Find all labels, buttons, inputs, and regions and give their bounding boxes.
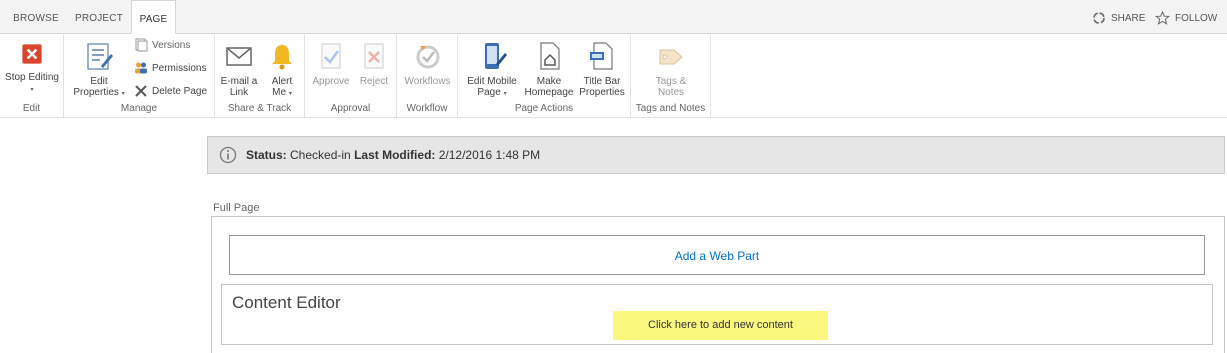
- email-link-label-2: Link: [229, 87, 249, 98]
- tag-icon: [659, 49, 683, 65]
- ribbon-group-workflow: Workflows Workflow: [397, 34, 458, 117]
- content-editor-web-part: Content Editor Click here to add new con…: [221, 284, 1213, 345]
- ribbon-group-tags-notes: Tags & Notes Tags and Notes: [631, 34, 711, 117]
- tab-project[interactable]: PROJECT: [69, 0, 129, 34]
- ribbon-group-share-track: E-mail a Link Alert Me ▾ Share & Track: [215, 34, 305, 117]
- chevron-down-icon: ▾: [121, 91, 125, 97]
- title-bar-properties-button[interactable]: Title Bar Properties: [576, 40, 628, 98]
- page-status-bar: Status: Checked-in Last Modified: 2/12/2…: [207, 136, 1225, 174]
- title-bar-icon: [590, 42, 613, 70]
- star-icon: [1155, 11, 1170, 25]
- edit-properties-label-1: Edit: [90, 76, 108, 87]
- status-value: Checked-in: [290, 148, 351, 162]
- group-label-edit: Edit: [22, 103, 41, 114]
- tags-notes-button[interactable]: Tags & Notes: [637, 40, 705, 98]
- tab-browse[interactable]: BROWSE: [5, 0, 67, 34]
- status-label: Status:: [246, 148, 287, 162]
- title-bar-properties-label-1: Title Bar: [583, 76, 621, 87]
- envelope-icon: [226, 47, 252, 66]
- tags-notes-label-1: Tags &: [655, 76, 687, 87]
- edit-mobile-page-label-2: Page: [477, 87, 501, 98]
- add-web-part-label: Add a Web Part: [674, 249, 760, 263]
- ribbon-tab-bar: BROWSE PROJECT PAGE SHARE FOLLOW: [0, 0, 1227, 34]
- edit-mobile-page-button[interactable]: Edit Mobile Page ▾: [462, 40, 522, 100]
- ribbon-group-manage: Edit Properties ▾ Versions Permissions D…: [64, 34, 215, 117]
- make-homepage-button[interactable]: Make Homepage: [524, 40, 574, 98]
- ribbon-group-edit: Stop Editing ▾ Edit: [0, 34, 64, 117]
- chevron-down-icon: ▾: [288, 91, 292, 97]
- ribbon-group-approval: Approve Reject Approval: [305, 34, 397, 117]
- content-editor-title: Content Editor: [232, 293, 341, 312]
- tags-notes-label-2: Notes: [657, 87, 685, 98]
- reject-icon: [364, 43, 384, 69]
- email-link-label-1: E-mail a: [220, 76, 258, 87]
- ribbon: Stop Editing ▾ Edit Edit Properties ▾ Ve…: [0, 34, 1227, 118]
- make-homepage-label-1: Make: [536, 76, 562, 87]
- follow-button[interactable]: FOLLOW: [1155, 11, 1217, 25]
- group-label-workflow: Workflow: [406, 103, 448, 114]
- share-label: SHARE: [1111, 12, 1146, 24]
- bell-icon: [272, 45, 292, 70]
- make-homepage-label-2: Homepage: [524, 87, 574, 98]
- ribbon-group-page-actions: Edit Mobile Page ▾ Make Homepage Title B…: [458, 34, 631, 117]
- add-web-part-button[interactable]: Add a Web Part: [229, 235, 1205, 275]
- workflows-label: Workflows: [404, 76, 451, 87]
- workflow-icon: [416, 45, 439, 69]
- versions-label: Versions: [152, 39, 191, 51]
- edit-properties-button[interactable]: Edit Properties ▾: [70, 40, 128, 100]
- edit-properties-icon: [87, 43, 113, 70]
- edit-properties-label-2: Properties: [73, 87, 119, 98]
- delete-page-button[interactable]: Delete Page: [134, 84, 207, 98]
- alert-me-button[interactable]: Alert Me ▾: [263, 40, 301, 100]
- approve-button[interactable]: Approve: [309, 40, 353, 87]
- edit-mobile-page-label-1: Edit Mobile: [467, 76, 517, 87]
- group-label-manage: Manage: [120, 103, 158, 114]
- group-label-page-actions: Page Actions: [514, 103, 574, 114]
- alert-me-label-1: Alert: [271, 76, 293, 87]
- tab-page[interactable]: PAGE: [131, 0, 176, 34]
- delete-icon: [135, 85, 147, 97]
- group-label-approval: Approval: [330, 103, 371, 114]
- stop-editing-icon: [22, 44, 42, 64]
- approve-label: Approve: [312, 76, 350, 87]
- chevron-down-icon: ▾: [503, 91, 507, 97]
- approve-icon: [321, 43, 341, 69]
- info-icon: [219, 146, 237, 164]
- reject-label: Reject: [359, 76, 389, 87]
- email-link-button[interactable]: E-mail a Link: [219, 40, 259, 98]
- share-button[interactable]: SHARE: [1092, 11, 1145, 25]
- group-label-share-track: Share & Track: [227, 103, 292, 114]
- title-bar-properties-label-2: Properties: [579, 87, 625, 98]
- add-new-content-button[interactable]: Click here to add new content: [613, 311, 828, 340]
- group-label-tags-notes: Tags and Notes: [635, 103, 706, 114]
- versions-icon: [135, 38, 148, 52]
- mobile-icon: [485, 43, 507, 69]
- chevron-down-icon: ▾: [30, 87, 34, 93]
- people-icon: [135, 62, 147, 74]
- stop-editing-button[interactable]: Stop Editing ▾: [2, 40, 62, 96]
- permissions-button[interactable]: Permissions: [134, 61, 206, 75]
- follow-label: FOLLOW: [1175, 12, 1218, 24]
- delete-page-label: Delete Page: [152, 85, 208, 97]
- reject-button[interactable]: Reject: [355, 40, 393, 87]
- workflows-button[interactable]: Workflows: [401, 40, 454, 87]
- versions-button[interactable]: Versions: [134, 38, 190, 52]
- share-icon: [1093, 12, 1105, 24]
- home-page-icon: [540, 42, 560, 70]
- zone-label: Full Page: [213, 202, 260, 214]
- stop-editing-label: Stop Editing: [5, 72, 59, 83]
- alert-me-label-2: Me: [272, 87, 287, 98]
- permissions-label: Permissions: [152, 62, 207, 74]
- last-modified-value: 2/12/2016 1:48 PM: [438, 148, 541, 162]
- last-modified-label: Last Modified:: [354, 148, 436, 162]
